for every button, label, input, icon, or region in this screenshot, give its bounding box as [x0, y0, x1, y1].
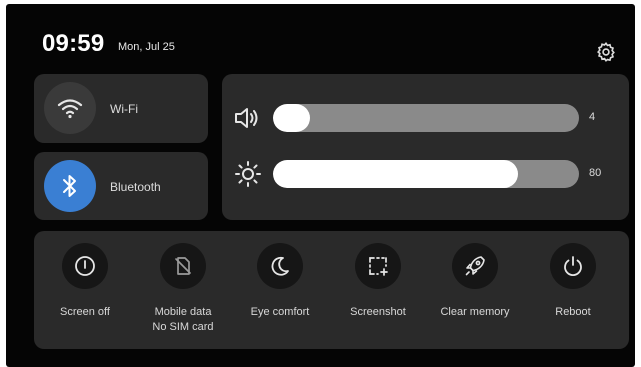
brightness-value: 80: [589, 167, 602, 179]
speaker-icon: [235, 108, 258, 128]
wifi-toggle[interactable]: Wi-Fi: [34, 74, 208, 143]
screen-off-button[interactable]: Screen off: [39, 231, 129, 349]
clock-time: 09:59: [42, 30, 105, 57]
reboot-button[interactable]: Reboot: [527, 231, 617, 349]
clear-memory-button[interactable]: Clear memory: [429, 231, 519, 349]
eye-comfort-circle: [257, 243, 303, 289]
volume-value: 4: [589, 111, 596, 123]
reboot-circle: [550, 243, 596, 289]
screenshot-label: Screenshot: [350, 306, 406, 318]
screen-off-label: Screen off: [60, 306, 110, 318]
control-center: 09:59 Mon, Jul 25 Wi-Fi Bluetooth 4 80 S…: [6, 4, 635, 367]
mobile-data-status: No SIM card: [152, 321, 214, 333]
moon-icon: [271, 256, 289, 276]
rocket-icon: [465, 256, 485, 276]
clear-memory-circle: [452, 243, 498, 289]
mobile-data-circle: [160, 243, 206, 289]
eye-comfort-label: Eye comfort: [250, 306, 310, 318]
sun-icon: [235, 161, 261, 187]
power-icon: [564, 256, 582, 277]
screen-off-circle: [62, 243, 108, 289]
slider-panel: 4 80: [222, 74, 629, 220]
screenshot-button[interactable]: Screenshot: [332, 231, 422, 349]
wifi-label: Wi-Fi: [110, 102, 138, 116]
mobile-data-button[interactable]: Mobile data No SIM card: [137, 231, 227, 349]
bluetooth-label: Bluetooth: [110, 180, 161, 194]
clear-memory-label: Clear memory: [440, 306, 510, 318]
no-sim-icon: [175, 257, 191, 275]
gear-icon[interactable]: [595, 41, 617, 63]
screenshot-circle: [355, 243, 401, 289]
brightness-slider[interactable]: [273, 160, 579, 188]
bluetooth-icon: [63, 175, 76, 197]
screenshot-icon: [369, 257, 388, 276]
reboot-label: Reboot: [555, 306, 591, 318]
brightness-slider-fill: [273, 160, 518, 188]
volume-slider-fill: [273, 104, 310, 132]
power-circle-icon: [75, 256, 95, 276]
wifi-toggle-circle: [44, 82, 96, 134]
bluetooth-toggle[interactable]: Bluetooth: [34, 152, 208, 220]
volume-slider[interactable]: [273, 104, 579, 132]
quick-actions-panel: Screen off Mobile data No SIM card Eye c…: [34, 231, 629, 349]
mobile-data-label: Mobile data: [154, 306, 212, 318]
clock-date: Mon, Jul 25: [118, 41, 175, 53]
bluetooth-toggle-circle: [44, 160, 96, 212]
eye-comfort-button[interactable]: Eye comfort: [234, 231, 324, 349]
wifi-icon: [57, 99, 83, 119]
